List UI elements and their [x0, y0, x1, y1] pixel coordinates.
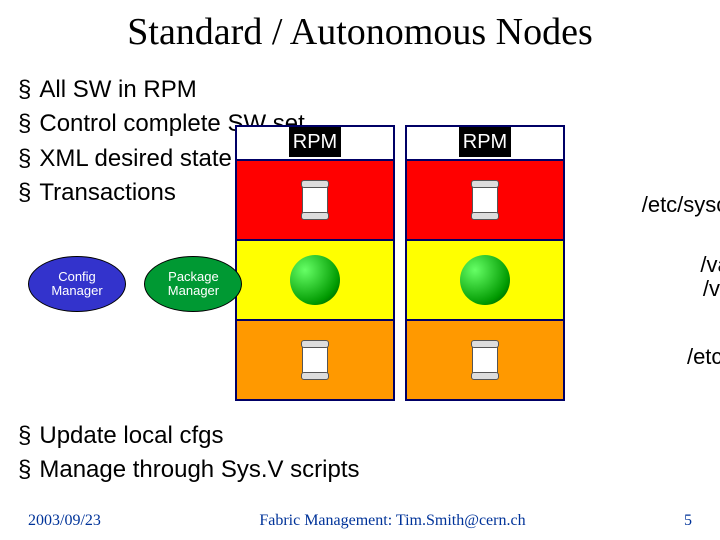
- axis-label-red: /etc /etc/sysconfig: [575, 169, 720, 217]
- config-manager-oval: Config Manager: [28, 256, 126, 312]
- bullet-text: Transactions: [39, 179, 176, 206]
- bullet-item: § All SW in RPM: [18, 74, 305, 106]
- bullet-list-bottom: § Update local cfgs § Manage through Sys.V…: [18, 420, 360, 489]
- bullet-marker: §: [18, 145, 31, 172]
- scroll-icon: [302, 183, 328, 217]
- scroll-icon: [472, 343, 498, 377]
- oval-text: Config: [58, 269, 96, 284]
- rpm-column-2: RPM: [405, 125, 565, 401]
- bullet-text: Manage through Sys.V scripts: [39, 456, 359, 483]
- page-title: Standard / Autonomous Nodes: [0, 0, 720, 60]
- axis-label-orange: /etc/init.d: [575, 345, 720, 369]
- axis-text: /var/log: [575, 277, 720, 301]
- bullet-marker: §: [18, 179, 31, 206]
- bullet-marker: §: [18, 456, 31, 483]
- scroll-icon: [472, 183, 498, 217]
- oval-text: Manager: [168, 283, 219, 298]
- bullet-text: XML desired state: [39, 145, 232, 172]
- bullet-marker: §: [18, 422, 31, 449]
- manager-ovals: Config Manager Package Manager: [28, 256, 256, 312]
- bullet-item: § Manage through Sys.V scripts: [18, 454, 360, 486]
- oval-text: Package: [168, 269, 219, 284]
- axis-text: /var/run: [575, 253, 720, 277]
- band-yellow: [237, 239, 393, 319]
- bullet-marker: §: [18, 110, 31, 137]
- axis-label-yellow: /var/run /var/log: [575, 253, 720, 301]
- band-orange: [237, 319, 393, 399]
- band-yellow: [407, 239, 563, 319]
- oval-text: Manager: [51, 283, 102, 298]
- bullet-text: Update local cfgs: [39, 422, 223, 449]
- scroll-icon: [302, 343, 328, 377]
- column-header-label: RPM: [459, 127, 511, 157]
- band-orange: [407, 319, 563, 399]
- bullet-marker: §: [18, 76, 31, 103]
- package-manager-oval: Package Manager: [144, 256, 242, 312]
- footer-date: 2003/09/23: [28, 512, 101, 530]
- column-header: RPM: [407, 127, 563, 159]
- footer-slide-number: 5: [684, 512, 692, 530]
- diagram: RPM RPM /etc /etc/sysconfig /var/run /va…: [235, 125, 715, 405]
- column-header: RPM: [237, 127, 393, 159]
- column-header-label: RPM: [289, 127, 341, 157]
- rpm-column-1: RPM: [235, 125, 395, 401]
- footer-center: Fabric Management: Tim.Smith@cern.ch: [259, 512, 525, 530]
- axis-text: /etc/init.d: [575, 345, 720, 369]
- sphere-icon: [290, 255, 340, 305]
- sphere-icon: [460, 255, 510, 305]
- band-red: [237, 159, 393, 239]
- bullet-text: All SW in RPM: [39, 76, 196, 103]
- axis-text: /etc/sysconfig: [575, 193, 720, 217]
- bullet-item: § Update local cfgs: [18, 420, 360, 452]
- axis-text: /etc: [575, 169, 720, 193]
- band-red: [407, 159, 563, 239]
- slide-footer: 2003/09/23 Fabric Management: Tim.Smith@…: [0, 512, 720, 530]
